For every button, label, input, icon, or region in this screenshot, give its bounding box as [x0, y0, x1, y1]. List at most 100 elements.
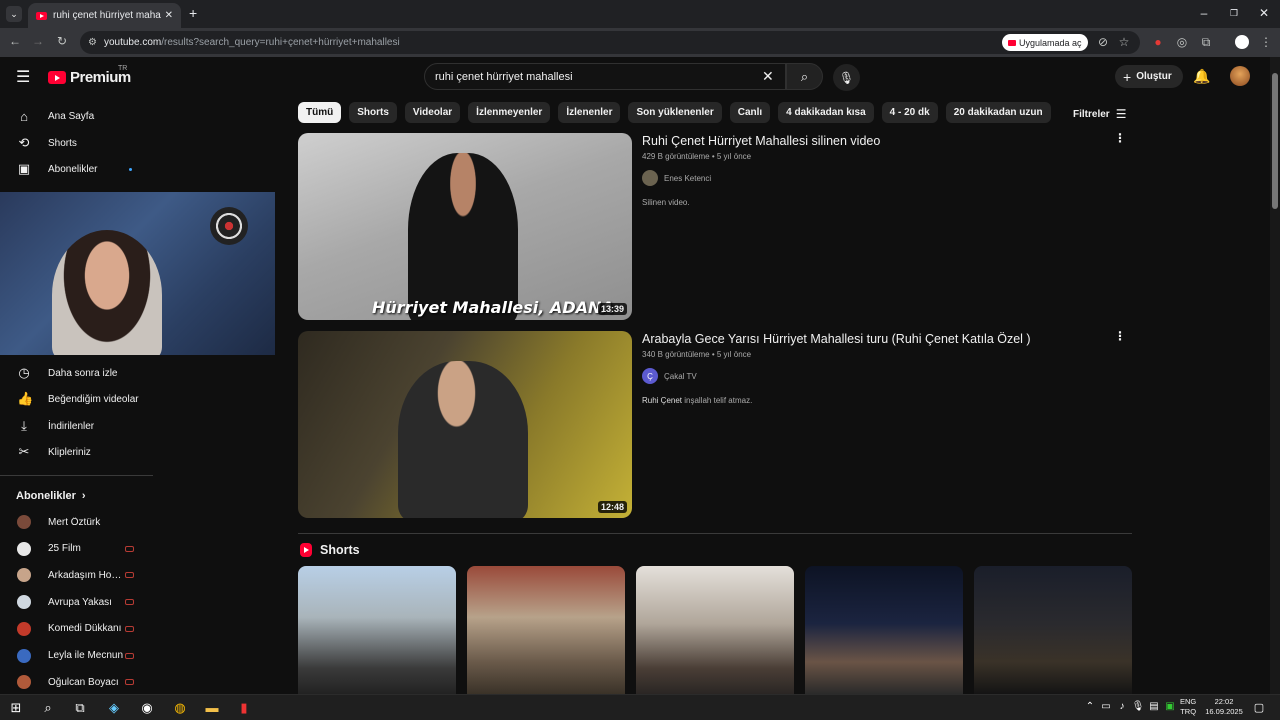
- sidebar-subscription-item[interactable]: Leyla ile Mecnun: [0, 643, 155, 669]
- filter-chip[interactable]: 20 dakikadan uzun: [945, 102, 1051, 123]
- filter-chip[interactable]: Shorts: [349, 102, 397, 123]
- task-view-icon[interactable]: ⧉: [72, 700, 88, 716]
- video-thumbnail[interactable]: Hürriyet Mahallesi, ADANA 13:39: [298, 133, 632, 320]
- restore-icon[interactable]: ❐: [1226, 8, 1242, 19]
- network-icon[interactable]: ▤: [1146, 701, 1162, 717]
- short-thumbnail[interactable]: [298, 566, 456, 694]
- filter-chip[interactable]: İzlenenler: [558, 102, 621, 123]
- sidebar-subscription-item[interactable]: Komedi Dükkanı: [0, 616, 155, 642]
- close-tab-icon[interactable]: ✕: [165, 10, 173, 21]
- sidebar-subscription-item[interactable]: Mert Öztürk: [0, 509, 155, 535]
- scrollbar-thumb[interactable]: [1272, 73, 1278, 209]
- close-window-icon[interactable]: ✕: [1256, 6, 1272, 20]
- sidebar-item-liked-videos[interactable]: 👍 Beğendiğim videolar: [0, 386, 155, 412]
- file-explorer-icon[interactable]: ▬: [204, 700, 220, 716]
- video-editor-icon[interactable]: ▮: [236, 700, 252, 716]
- create-button[interactable]: + Oluştur: [1115, 65, 1183, 88]
- search-button[interactable]: ⌕: [786, 63, 823, 90]
- search-input[interactable]: ruhi çenet hürriyet mahallesi: [424, 63, 786, 90]
- filters-button[interactable]: Filtreler ☰: [1073, 107, 1126, 121]
- sidebar-item-home[interactable]: ⌂ Ana Sayfa: [0, 103, 155, 129]
- video-title[interactable]: Arabayla Gece Yarısı Hürriyet Mahallesi …: [642, 332, 1031, 346]
- short-thumbnail[interactable]: [974, 566, 1132, 694]
- sidebar-item-clips[interactable]: ✂ Klipleriniz: [0, 439, 155, 465]
- hamburger-menu-icon[interactable]: ☰: [16, 67, 30, 87]
- url-host: youtube.com: [103, 37, 162, 48]
- video-title[interactable]: Ruhi Çenet Hürriyet Mahallesi silinen vi…: [642, 134, 880, 148]
- reload-icon[interactable]: ↻: [55, 34, 69, 48]
- tray-chevron-up-icon[interactable]: ⌃: [1082, 701, 1098, 717]
- extension-circle-icon[interactable]: ◎: [1175, 35, 1189, 49]
- microphone-tray-icon[interactable]: 🎙: [1130, 701, 1146, 717]
- bookmark-star-icon[interactable]: ☆: [1117, 35, 1131, 49]
- copilot-icon[interactable]: ◈: [106, 700, 122, 716]
- sidebar-item-label: Beğendiğim videolar: [48, 393, 139, 405]
- channel-link[interactable]: Enes Ketenci: [642, 170, 711, 186]
- sidebar-subscription-item[interactable]: Arkadaşım Hoşgeldin: [0, 562, 155, 588]
- sidebar-item-shorts[interactable]: ⟲ Shorts: [0, 130, 155, 156]
- open-in-app-button[interactable]: Uygulamada aç: [1002, 34, 1088, 51]
- back-icon[interactable]: ←: [8, 34, 22, 48]
- minimize-icon[interactable]: –: [1196, 6, 1212, 20]
- short-thumbnail[interactable]: [805, 566, 963, 694]
- thumbnail-person-image: [408, 153, 518, 320]
- clear-search-icon[interactable]: ✕: [762, 68, 774, 85]
- channel-avatar: [17, 675, 31, 690]
- language-code: ENG: [1180, 697, 1197, 706]
- sidebar-item-downloads[interactable]: ⤓ İndirilenler: [0, 413, 155, 439]
- sidebar-subscription-item[interactable]: 25 Film: [0, 536, 155, 562]
- more-actions-icon[interactable]: ⋮: [1114, 131, 1126, 145]
- sidebar-item-watch-later[interactable]: ◷ Daha sonra izle: [0, 360, 155, 386]
- extension-red-icon[interactable]: ●: [1151, 35, 1165, 49]
- notifications-center-icon[interactable]: ▢: [1251, 701, 1267, 717]
- browser-tab-active[interactable]: ruhi çenet hürriyet mahallesi - YouTube …: [28, 3, 181, 28]
- filter-chip[interactable]: Videolar: [404, 102, 461, 123]
- short-thumbnail[interactable]: [636, 566, 794, 694]
- sidebar-item-label: İndirilenler: [48, 420, 95, 432]
- filter-chip[interactable]: Tümü: [298, 102, 342, 123]
- system-clock[interactable]: 22:02 16.09.2025: [1204, 697, 1244, 717]
- eye-off-icon[interactable]: ⊘: [1096, 35, 1110, 49]
- sidebar-subscription-item[interactable]: Oğulcan Boyacı: [0, 669, 155, 695]
- volume-icon[interactable]: ♪: [1114, 701, 1130, 717]
- filter-chip[interactable]: 4 dakikadan kısa: [778, 102, 874, 123]
- notifications-bell-icon[interactable]: 🔔: [1193, 68, 1210, 85]
- subscription-label: Avrupa Yakası: [48, 596, 112, 608]
- channel-avatar[interactable]: [642, 170, 658, 186]
- address-bar[interactable]: ⚙ youtube.com /results?search_query=ruhi…: [80, 31, 1140, 54]
- profile-avatar-icon[interactable]: [1235, 35, 1249, 49]
- clock-date: 16.09.2025: [1205, 707, 1243, 716]
- url-path: /results?search_query=ruhi+çenet+hürriye…: [161, 37, 400, 48]
- chrome-icon[interactable]: ◍: [172, 700, 188, 716]
- voice-search-button[interactable]: 🎙: [833, 64, 860, 91]
- page-scrollbar[interactable]: [1270, 57, 1280, 694]
- short-thumbnail[interactable]: [467, 566, 625, 694]
- youtube-premium-logo[interactable]: Premium TR: [48, 65, 131, 86]
- account-avatar[interactable]: [1230, 66, 1250, 86]
- tab-search-icon[interactable]: ⌄: [6, 6, 22, 22]
- app-circle-icon[interactable]: ◉: [139, 700, 155, 716]
- new-tab-icon[interactable]: +: [189, 5, 197, 21]
- channel-avatar[interactable]: Ç: [642, 368, 658, 384]
- extensions-puzzle-icon[interactable]: ⧉: [1199, 35, 1213, 50]
- sidebar-subscription-item[interactable]: Avrupa Yakası: [0, 589, 155, 615]
- sidebar-item-subscriptions[interactable]: ▣ Abonelikler: [0, 156, 155, 182]
- filter-chip[interactable]: Son yüklenenler: [628, 102, 722, 123]
- input-language-indicator[interactable]: ENG TRQ: [1180, 697, 1196, 717]
- chrome-menu-icon[interactable]: ⋮: [1259, 35, 1273, 49]
- windows-start-icon[interactable]: ⊞: [8, 700, 24, 716]
- filter-chip[interactable]: Canlı: [729, 102, 771, 123]
- forward-icon[interactable]: →: [31, 34, 45, 48]
- video-thumbnail[interactable]: 12:48: [298, 331, 632, 518]
- app-tray-icon[interactable]: ▣: [1162, 701, 1178, 717]
- subscriptions-header[interactable]: Abonelikler ›: [16, 490, 86, 502]
- channel-link[interactable]: Ç Çakal TV: [642, 368, 697, 384]
- filter-chip[interactable]: İzlenmeyenler: [468, 102, 551, 123]
- channel-name[interactable]: Çakal TV: [664, 372, 697, 381]
- youtube-favicon-icon: [36, 11, 47, 20]
- site-info-icon[interactable]: ⚙: [88, 37, 97, 48]
- more-actions-icon[interactable]: ⋮: [1114, 329, 1126, 343]
- search-icon[interactable]: ⌕: [40, 700, 56, 716]
- filter-chip[interactable]: 4 - 20 dk: [881, 102, 938, 123]
- channel-name[interactable]: Enes Ketenci: [664, 174, 711, 183]
